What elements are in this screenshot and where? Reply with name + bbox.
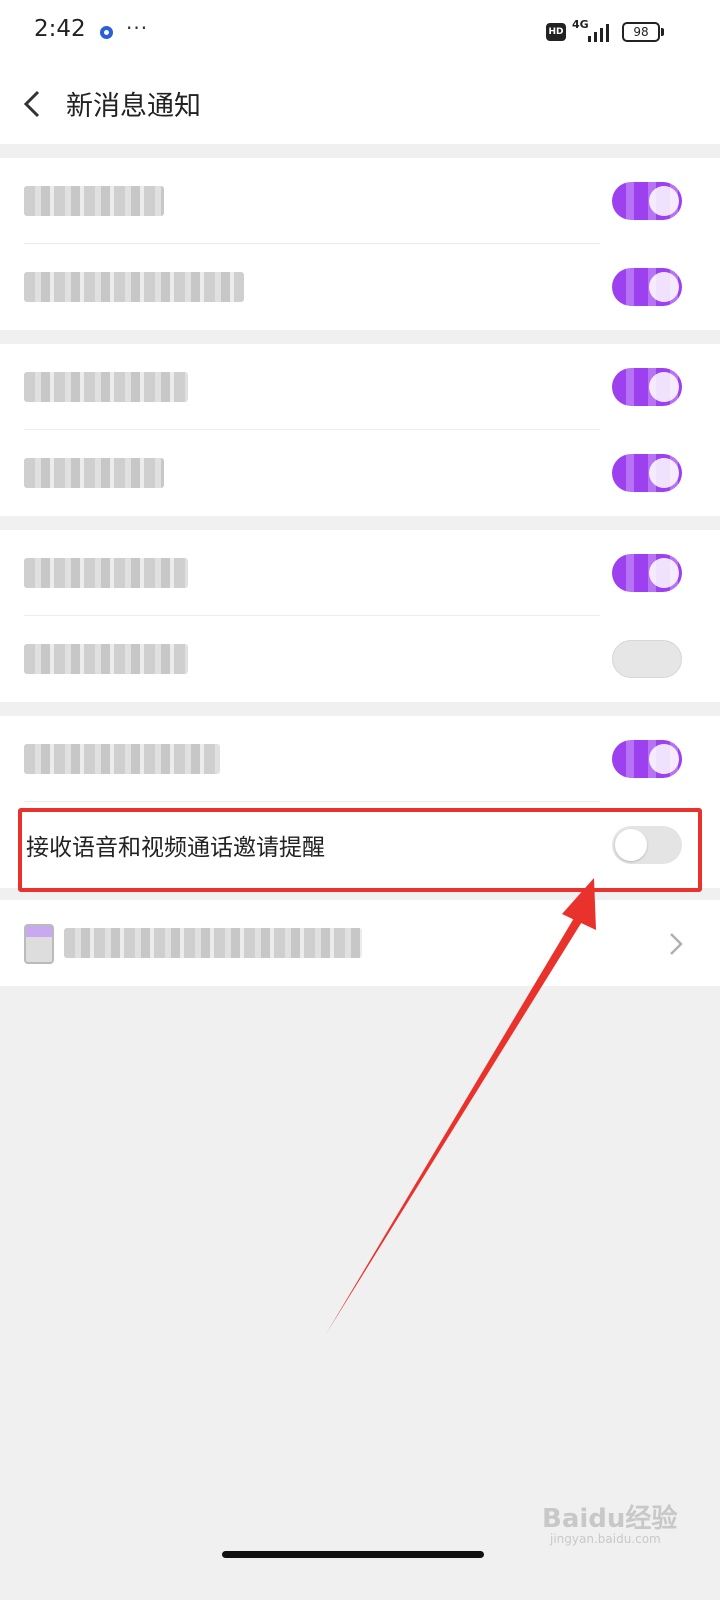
setting-toggle[interactable] <box>612 182 682 220</box>
call-invite-reminder-toggle[interactable] <box>612 826 682 864</box>
battery-icon: 98 <box>622 22 660 42</box>
call-invite-reminder-label: 接收语音和视频通话邀请提醒 <box>26 835 325 861</box>
toggle-knob <box>649 558 679 588</box>
setting-row <box>0 716 720 802</box>
watermark-logo: Baidu经验 <box>542 1504 678 1534</box>
chevron-right-icon <box>670 933 683 955</box>
more-notifications-icon: ··· <box>126 16 149 40</box>
toggle-knob <box>649 372 679 402</box>
setting-nav-row[interactable] <box>0 900 720 986</box>
setting-row <box>0 344 720 430</box>
settings-group-3 <box>0 530 720 702</box>
blurred-label <box>24 744 220 774</box>
setting-row <box>0 158 720 244</box>
blurred-label <box>64 928 362 958</box>
blurred-label <box>24 644 188 674</box>
toggle-knob <box>649 458 679 488</box>
app-icon <box>24 924 54 964</box>
toggle-knob <box>649 272 679 302</box>
settings-group-4: 接收语音和视频通话邀请提醒 <box>0 716 720 888</box>
setting-toggle[interactable] <box>612 640 682 678</box>
setting-row <box>0 430 720 516</box>
blurred-label <box>24 458 164 488</box>
settings-group-5 <box>0 900 720 986</box>
battery-tip <box>661 28 664 36</box>
toggle-knob <box>649 186 679 216</box>
settings-group-2 <box>0 344 720 516</box>
signal-icon <box>588 24 609 42</box>
network-type: 4G <box>572 18 589 31</box>
page-title: 新消息通知 <box>66 91 201 122</box>
blurred-label <box>24 186 164 216</box>
blurred-label <box>24 272 244 302</box>
setting-toggle[interactable] <box>612 368 682 406</box>
home-indicator[interactable] <box>222 1551 484 1558</box>
setting-row <box>0 616 720 702</box>
call-invite-reminder-row: 接收语音和视频通话邀请提醒 <box>0 802 720 888</box>
setting-toggle[interactable] <box>612 740 682 778</box>
settings-group-1 <box>0 158 720 330</box>
status-bar: 2:42 ··· HD 4G 98 <box>0 0 720 64</box>
toggle-knob <box>649 744 679 774</box>
setting-toggle[interactable] <box>612 268 682 306</box>
setting-toggle[interactable] <box>612 554 682 592</box>
app-notification-icon <box>100 26 113 39</box>
hd-badge: HD <box>546 23 566 41</box>
chevron-left-icon[interactable] <box>18 84 46 124</box>
blurred-label <box>24 558 188 588</box>
page-header: 新消息通知 <box>0 64 720 144</box>
setting-row <box>0 244 720 330</box>
setting-row <box>0 530 720 616</box>
toggle-knob <box>615 829 647 861</box>
watermark-url: jingyan.baidu.com <box>550 1532 661 1546</box>
blurred-label <box>24 372 188 402</box>
status-time: 2:42 <box>34 16 86 42</box>
setting-toggle[interactable] <box>612 454 682 492</box>
